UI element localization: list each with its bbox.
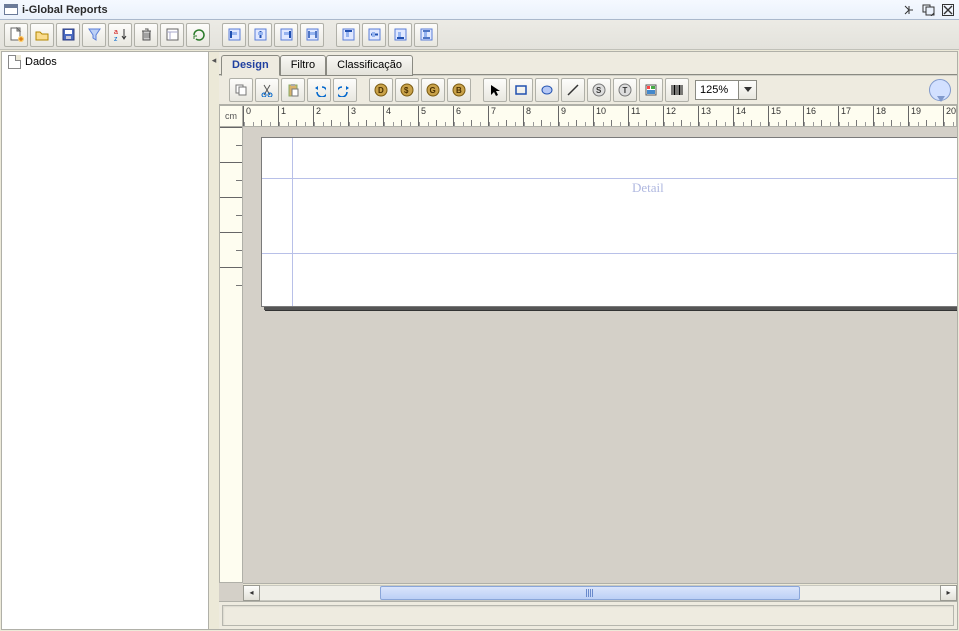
pointer-tool-button[interactable] <box>483 78 507 102</box>
scroll-thumb[interactable] <box>380 586 800 600</box>
distribute-button[interactable] <box>414 23 438 47</box>
close-button[interactable] <box>939 2 957 17</box>
horizontal-ruler[interactable]: 01234567891011121314151617181920 <box>243 105 957 127</box>
tab-filtro[interactable]: Filtro <box>280 55 326 76</box>
chevron-down-icon <box>744 87 752 93</box>
field-general-button[interactable]: G <box>421 78 445 102</box>
zoom-input[interactable] <box>696 81 738 99</box>
properties-button[interactable] <box>160 23 184 47</box>
titlebar: i-Global Reports <box>0 0 959 20</box>
copy-button[interactable] <box>229 78 253 102</box>
window-title: i-Global Reports <box>22 4 108 16</box>
scroll-left-button[interactable]: ◂ <box>243 585 260 601</box>
open-button[interactable] <box>30 23 54 47</box>
tab-classificacao[interactable]: Classificação <box>326 55 413 76</box>
design-canvas-area: cm 01234567891011121314151617181920 <box>219 105 957 601</box>
scroll-right-button[interactable]: ▸ <box>940 585 957 601</box>
vertical-ruler[interactable] <box>219 127 243 583</box>
align-center-button[interactable] <box>248 23 272 47</box>
report-page[interactable]: Detail <box>261 137 957 307</box>
align-justify-button[interactable] <box>300 23 324 47</box>
delete-button[interactable] <box>134 23 158 47</box>
redo-button[interactable] <box>333 78 357 102</box>
image-tool-button[interactable] <box>639 78 663 102</box>
design-canvas[interactable]: Detail <box>243 127 957 583</box>
splitter[interactable]: ◂ <box>209 52 219 629</box>
svg-text:$: $ <box>404 86 409 95</box>
new-report-button[interactable] <box>4 23 28 47</box>
line-tool-button[interactable] <box>561 78 585 102</box>
tree-item-dados[interactable]: Dados <box>6 54 204 70</box>
status-well <box>222 605 954 626</box>
svg-text:G: G <box>430 86 436 95</box>
refresh-button[interactable] <box>186 23 210 47</box>
horizontal-scrollbar[interactable]: ◂ ▸ <box>243 583 957 601</box>
zoom-combo[interactable] <box>695 80 757 100</box>
align-middle-button[interactable] <box>362 23 386 47</box>
cut-button[interactable] <box>255 78 279 102</box>
align-right-button[interactable] <box>274 23 298 47</box>
svg-text:D: D <box>378 86 384 95</box>
svg-text:S: S <box>596 86 602 95</box>
save-button[interactable] <box>56 23 80 47</box>
barcode-tool-button[interactable] <box>665 78 689 102</box>
ellipse-tool-button[interactable] <box>535 78 559 102</box>
field-currency-button[interactable]: $ <box>395 78 419 102</box>
svg-text:a: a <box>114 29 118 36</box>
string-tool-button[interactable]: S <box>587 78 611 102</box>
design-toolbar: D $ G B S T <box>219 75 957 105</box>
align-left-button[interactable] <box>222 23 246 47</box>
detail-band-label: Detail <box>632 180 664 196</box>
field-date-button[interactable]: D <box>369 78 393 102</box>
svg-text:z: z <box>114 36 118 42</box>
rectangle-tool-button[interactable] <box>509 78 533 102</box>
sidebar: Dados <box>2 52 209 629</box>
document-icon <box>8 55 21 69</box>
paste-button[interactable] <box>281 78 305 102</box>
help-balloon-button[interactable] <box>929 79 951 101</box>
tab-label: Filtro <box>291 59 315 71</box>
sort-button[interactable]: az <box>108 23 132 47</box>
tab-label: Classificação <box>337 59 402 71</box>
text-tool-button[interactable]: T <box>613 78 637 102</box>
zoom-dropdown-button[interactable] <box>738 81 756 99</box>
align-bottom-button[interactable] <box>388 23 412 47</box>
app-icon <box>4 4 18 15</box>
filter-button[interactable] <box>82 23 106 47</box>
ruler-unit-label: cm <box>219 105 243 127</box>
tree-item-label: Dados <box>25 56 57 68</box>
undo-button[interactable] <box>307 78 331 102</box>
collapse-left-icon: ◂ <box>212 56 217 64</box>
align-top-button[interactable] <box>336 23 360 47</box>
maximize-button[interactable] <box>920 2 938 17</box>
minimize-button[interactable] <box>901 2 919 17</box>
status-bar <box>219 601 957 629</box>
svg-text:B: B <box>456 86 462 95</box>
main-toolbar: az <box>0 20 959 50</box>
field-boolean-button[interactable]: B <box>447 78 471 102</box>
tab-label: Design <box>232 59 269 71</box>
svg-text:T: T <box>623 86 628 95</box>
tab-design[interactable]: Design <box>221 55 280 76</box>
tabs: Design Filtro Classificação <box>219 52 957 75</box>
